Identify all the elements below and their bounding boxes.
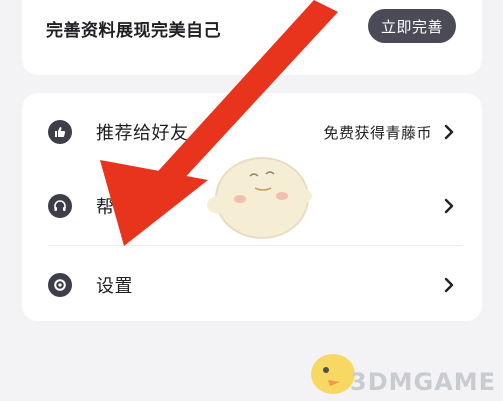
menu-item-label: 设置 (96, 276, 133, 297)
headphones-icon (48, 194, 72, 218)
chevron-right-icon (444, 198, 454, 214)
menu-item-label: 推荐给好友 (96, 123, 189, 144)
settings-gear-icon (48, 273, 72, 297)
menu-item-label: 帮助 (96, 197, 133, 218)
profile-prompt: 完善资料展现完美自己 (46, 21, 221, 41)
profile-card: 完善资料展现完美自己 立即完善 (22, 0, 482, 75)
menu-item-settings[interactable]: 设置 (22, 248, 482, 322)
chevron-right-icon (444, 277, 454, 293)
watermark-text: 3DMGAME (350, 368, 497, 396)
thumbs-up-icon (48, 120, 72, 144)
complete-profile-button[interactable]: 立即完善 (368, 9, 456, 43)
menu-item-recommend[interactable]: 推荐给好友 免费获得青藤币 (22, 95, 482, 169)
menu-item-subtext: 免费获得青藤币 (323, 123, 432, 142)
menu-divider (48, 245, 462, 246)
watermark-mascot-icon (311, 354, 355, 394)
chevron-right-icon (444, 124, 454, 140)
menu-item-help[interactable]: 帮助 (22, 169, 482, 243)
menu-card: 推荐给好友 免费获得青藤币 帮助 设置 (22, 93, 482, 321)
